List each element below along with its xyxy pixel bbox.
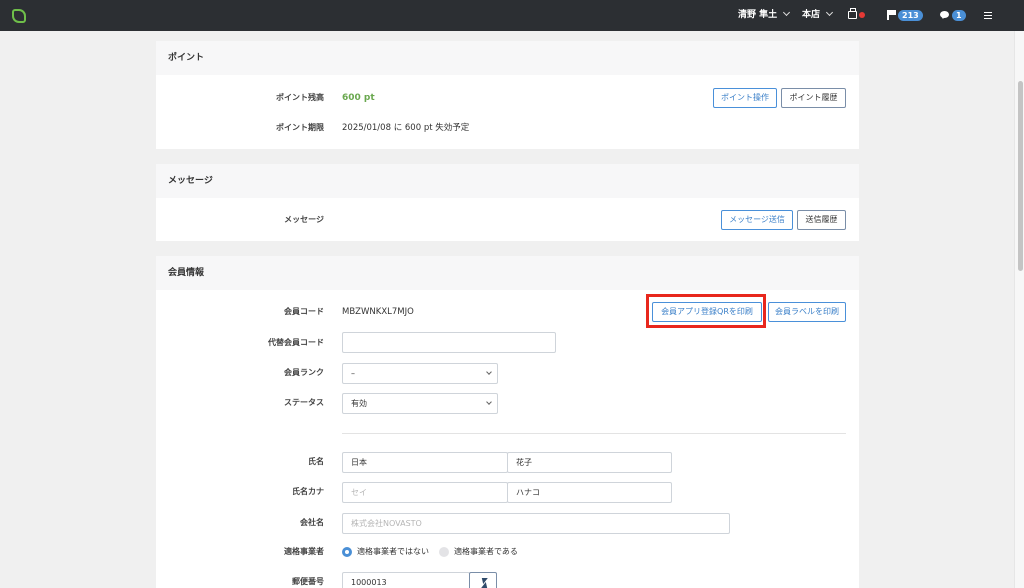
points-balance-label: ポイント残高	[276, 93, 324, 102]
member-code-label: 会員コード	[284, 307, 324, 316]
points-balance-value: 600 pt	[342, 93, 375, 103]
chevron-down-icon	[825, 8, 834, 17]
qualified-yes-label[interactable]: 適格事業者である	[454, 542, 518, 562]
status-label: ステータス	[284, 398, 324, 407]
section-divider	[342, 433, 846, 434]
points-expiry-label: ポイント期限	[276, 123, 324, 132]
alt-code-row: 代替会員コード	[156, 332, 859, 353]
chevron-down-icon	[486, 399, 492, 405]
top-navbar: 清野 隼土 本店 213 1	[0, 0, 1024, 31]
leaf-logo-icon[interactable]	[12, 9, 26, 23]
status-select[interactable]: 有効	[342, 393, 498, 414]
notifications-badge[interactable]: 213	[898, 10, 923, 21]
printer-icon[interactable]	[848, 8, 857, 19]
postal-code-input[interactable]: 1000013	[342, 572, 470, 588]
postal-label: 郵便番号	[292, 577, 324, 586]
address-lookup-button[interactable]	[469, 572, 497, 588]
message-section-title: メッセージ	[156, 164, 859, 198]
qualified-yes-radio[interactable]	[439, 547, 449, 557]
chat-bubble-icon[interactable]	[940, 11, 949, 19]
kana-row: 氏名カナ セイ ハナコ	[156, 482, 859, 503]
kana-label: 氏名カナ	[292, 487, 324, 496]
message-label: メッセージ	[284, 215, 324, 224]
send-message-button[interactable]: メッセージ送信	[721, 210, 793, 230]
rank-select[interactable]: –	[342, 363, 498, 384]
chevron-down-icon	[486, 369, 492, 375]
point-history-button[interactable]: ポイント履歴	[781, 88, 846, 108]
print-member-label-button[interactable]: 会員ラベルを印刷	[768, 302, 846, 322]
company-label: 会社名	[300, 518, 324, 527]
last-name-input[interactable]: 日本	[342, 452, 508, 473]
first-name-kana-input[interactable]: ハナコ	[507, 482, 672, 503]
status-select-value: 有効	[351, 399, 367, 408]
company-row: 会社名 株式会社NOVASTO	[156, 513, 859, 534]
qualified-no-label[interactable]: 適格事業者ではない	[357, 542, 429, 562]
first-name-input[interactable]: 花子	[507, 452, 672, 473]
user-name: 清野 隼土	[738, 10, 778, 20]
qualified-business-label: 適格事業者	[284, 547, 324, 556]
user-menu[interactable]: 清野 隼土	[738, 0, 791, 31]
hamburger-menu-icon[interactable]	[984, 12, 992, 19]
scrollbar-thumb[interactable]	[1018, 81, 1023, 271]
send-history-button[interactable]: 送信履歴	[797, 210, 846, 230]
name-label: 氏名	[308, 457, 324, 466]
last-name-kana-input[interactable]: セイ	[342, 482, 508, 503]
qualified-no-radio[interactable]	[342, 547, 352, 557]
points-section-title: ポイント	[156, 41, 859, 75]
store-menu[interactable]: 本店	[802, 0, 834, 31]
postal-row: 郵便番号 1000013	[156, 572, 859, 588]
message-card: メッセージ メッセージ メッセージ送信 送信履歴	[156, 164, 859, 241]
member-section-title: 会員情報	[156, 256, 859, 290]
rank-select-value: –	[351, 369, 355, 378]
points-card: ポイント ポイント残高 600 pt ポイント操作 ポイント履歴 ポイント期限 …	[156, 41, 859, 149]
message-row: メッセージ メッセージ送信 送信履歴	[156, 210, 859, 230]
rank-row: 会員ランク –	[156, 363, 859, 384]
status-row: ステータス 有効	[156, 393, 859, 414]
messages-badge[interactable]: 1	[952, 10, 966, 21]
highlight-box	[646, 294, 766, 328]
page-scrollbar[interactable]	[1014, 31, 1024, 588]
flag-icon[interactable]	[887, 10, 896, 20]
rank-label: 会員ランク	[284, 368, 324, 377]
point-operate-button[interactable]: ポイント操作	[713, 88, 777, 108]
chevron-down-icon	[783, 8, 791, 17]
points-expiry-row: ポイント期限 2025/01/08 に 600 pt 失効予定	[156, 118, 859, 138]
lightning-icon-lower	[481, 582, 489, 588]
points-balance-row: ポイント残高 600 pt ポイント操作 ポイント履歴	[156, 88, 859, 108]
store-name: 本店	[802, 10, 821, 20]
member-code-value: MBZWNKXL7MJO	[342, 307, 414, 317]
qualified-business-row: 適格事業者 適格事業者ではない 適格事業者である	[156, 542, 859, 562]
company-input[interactable]: 株式会社NOVASTO	[342, 513, 730, 534]
name-row: 氏名 日本 花子	[156, 452, 859, 473]
printer-status-dot	[859, 12, 865, 18]
alt-code-label: 代替会員コード	[268, 338, 324, 347]
alt-code-input[interactable]	[342, 332, 556, 353]
points-expiry-value: 2025/01/08 に 600 pt 失効予定	[342, 123, 470, 133]
